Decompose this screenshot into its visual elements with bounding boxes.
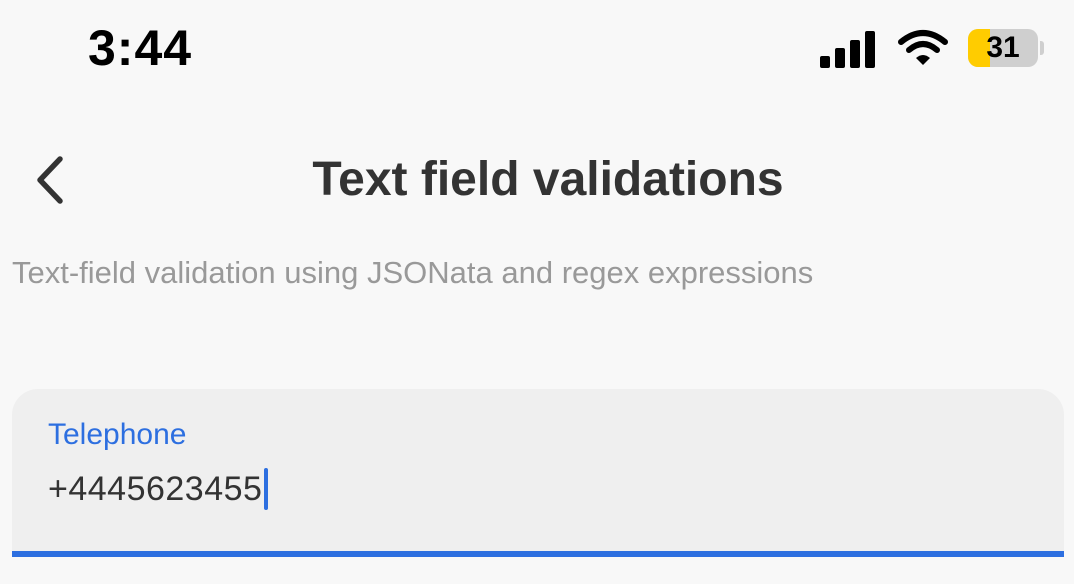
cellular-signal-icon: [820, 28, 880, 68]
battery-level: 31: [986, 31, 1020, 64]
telephone-field[interactable]: Telephone +4445623455: [12, 389, 1064, 557]
status-time: 3:44: [88, 20, 193, 76]
telephone-input-value: +4445623455: [48, 470, 263, 508]
battery-cap: [1040, 41, 1044, 55]
battery-body: 31: [968, 29, 1039, 67]
wifi-icon: [898, 30, 948, 65]
battery-icon: 31: [968, 29, 1044, 67]
page-description: Text-field validation using JSONata and …: [12, 255, 814, 290]
telephone-field-underline: [12, 551, 1064, 557]
app-screen: 3:44 31 Text field validations Text-fiel…: [0, 0, 1074, 584]
status-bar: 3:44 31: [0, 0, 1074, 95]
status-icons: 31: [820, 26, 1044, 70]
telephone-field-label: Telephone: [48, 418, 187, 451]
page-title: Text field validations: [312, 153, 784, 206]
text-cursor: [264, 468, 269, 510]
telephone-input[interactable]: +4445623455: [48, 467, 269, 511]
